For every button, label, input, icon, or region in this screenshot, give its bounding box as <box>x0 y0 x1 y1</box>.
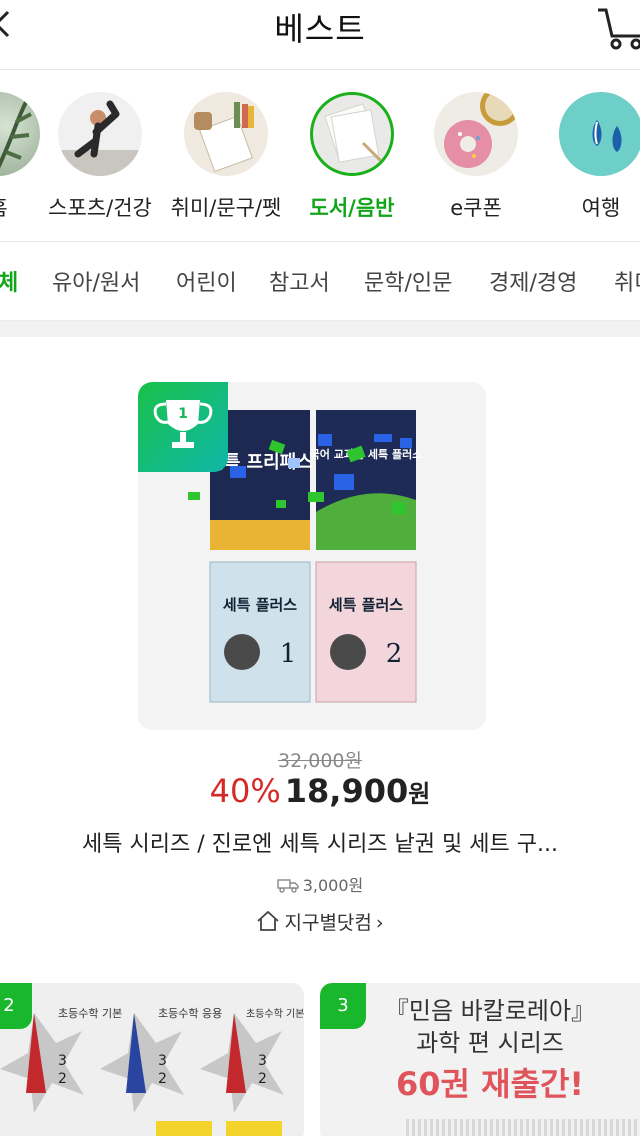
discount-rate: 40% <box>209 772 281 810</box>
book-label: 초등수학 응용 <box>158 1007 222 1020</box>
tab-all[interactable]: 체 <box>0 265 18 297</box>
category-label: e쿠폰 <box>450 196 502 220</box>
product-card-2[interactable]: 초등수학 기본 3 2 초등수학 응용 3 2 초등수학 기본+응용 3 2 2 <box>0 983 304 1136</box>
tab-hobby[interactable]: 취미 <box>614 265 640 297</box>
page-title: 베스트 <box>274 10 366 48</box>
tab-reference[interactable]: 참고서 <box>269 265 330 297</box>
sale-price: 40% 18,900원 <box>0 772 640 810</box>
original-price: 32,000원 <box>0 746 640 773</box>
shipping-fee-value: 3,000원 <box>302 876 364 895</box>
svg-text:3: 3 <box>58 1053 67 1069</box>
rank-badge: 2 <box>0 983 32 1029</box>
product-image: 초등수학 기본 3 2 초등수학 응용 3 2 초등수학 기본+응용 3 2 <box>0 1007 304 1136</box>
category-carousel: 홈 스포츠/건강 취미/문구/펫 도서/음반 e쿠폰 여행 <box>0 70 640 242</box>
truck-icon <box>277 879 299 893</box>
category-image <box>559 92 640 176</box>
section-divider <box>0 321 640 337</box>
cart-icon[interactable] <box>596 2 640 52</box>
tab-economy[interactable]: 경제/경영 <box>489 265 577 297</box>
svg-text:3: 3 <box>158 1053 167 1069</box>
category-label: 스포츠/건강 <box>48 196 152 220</box>
original-price-value: 32,000원 <box>278 750 362 772</box>
book-label: 초등수학 기본 <box>58 1007 122 1020</box>
category-item[interactable]: 도서/음반 <box>292 92 412 222</box>
tab-literature[interactable]: 문학/인문 <box>364 265 452 297</box>
price-unit: 원 <box>408 780 431 808</box>
svg-text:2: 2 <box>58 1071 67 1087</box>
category-item[interactable]: 여행 <box>541 92 640 222</box>
svg-text:2: 2 <box>258 1071 267 1087</box>
shipping-fee: 3,000원 <box>0 872 640 896</box>
product-image[interactable]: 세특 프리패스 국어 교과군 세특 플러스 세특 플러스 1 세특 플러스 2 <box>138 382 486 730</box>
subcategory-tabs: 체 유아/원서 어린이 참고서 문학/인문 경제/경영 취미 <box>0 243 640 321</box>
home-icon <box>257 910 280 931</box>
category-image <box>310 92 394 176</box>
book-spines <box>406 1119 640 1136</box>
book-title: 세특 플러스 <box>223 596 297 614</box>
trophy-icon: 1 <box>153 400 213 448</box>
book-number: 2 <box>386 639 403 669</box>
category-item[interactable]: 스포츠/건강 <box>40 92 160 222</box>
category-image <box>58 92 142 176</box>
category-image <box>184 92 268 176</box>
rank-1-badge: 1 <box>138 382 228 472</box>
tab-infant-foreign[interactable]: 유아/원서 <box>52 265 140 297</box>
header: 베스트 <box>0 0 640 70</box>
product-name[interactable]: 세특 시리즈 / 진로엔 세특 시리즈 낱권 및 세트 구... <box>0 826 640 858</box>
book-number: 1 <box>280 639 297 669</box>
product-card-3[interactable]: 3 『민음 바칼로레아』 과학 편 시리즈 60권 재출간! <box>320 983 640 1136</box>
svg-text:1: 1 <box>178 406 188 422</box>
category-image <box>434 92 518 176</box>
category-label: 도서/음반 <box>309 196 395 220</box>
card-headline-2: 과학 편 시리즈 <box>416 1029 564 1057</box>
store-link[interactable]: 지구별닷컴 › <box>0 908 640 935</box>
tab-children[interactable]: 어린이 <box>176 265 237 297</box>
svg-text:3: 3 <box>258 1053 267 1069</box>
svg-text:2: 2 <box>158 1071 167 1087</box>
category-item[interactable]: e쿠폰 <box>416 92 536 222</box>
category-label: 여행 <box>581 196 621 220</box>
category-image <box>0 92 40 176</box>
book-title: 국어 교과군 세특 플러스 <box>310 447 423 461</box>
card-headline-1: 『민음 바칼로레아』 <box>384 997 596 1025</box>
chevron-right-icon: › <box>375 912 384 934</box>
card-headline-3: 60권 재출간! <box>395 1065 585 1103</box>
price-value: 18,900 <box>284 772 409 810</box>
book-label: 초등수학 기본+응용 <box>246 1008 304 1020</box>
book-title: 세특 플러스 <box>329 596 403 614</box>
category-label: 취미/문구/펫 <box>170 196 282 220</box>
category-item[interactable]: 취미/문구/펫 <box>166 92 286 222</box>
store-name: 지구별닷컴 <box>284 912 372 934</box>
